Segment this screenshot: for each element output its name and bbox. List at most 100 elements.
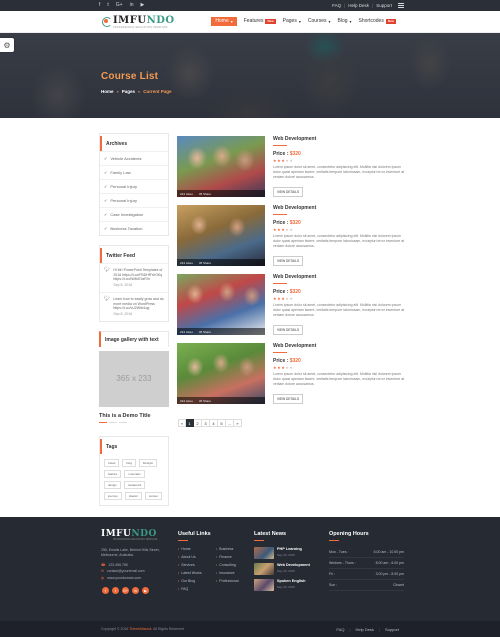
- course-image[interactable]: 224 Likes 45 Share: [177, 205, 265, 266]
- check-icon: ✔: [104, 184, 108, 189]
- pagination-page-1[interactable]: 1: [186, 419, 194, 427]
- linkedin-icon[interactable]: in: [130, 3, 134, 8]
- view-details-button[interactable]: VIEW DETAILS: [273, 325, 304, 336]
- top-link-support[interactable]: Support: [376, 3, 392, 8]
- archive-item[interactable]: ✔ Personal Injury: [100, 179, 168, 193]
- widget-title: Twitter Feed: [100, 248, 168, 263]
- archive-item[interactable]: ✔ Case Investigation: [100, 207, 168, 221]
- site-header: IMFUNDO PROFESSIONAL EDUCATION TEMPLATE …: [0, 11, 500, 33]
- tag-chip[interactable]: blog: [122, 459, 137, 468]
- gallery-dot[interactable]: [119, 421, 127, 424]
- nav-item-blog[interactable]: Blog ▾: [338, 19, 352, 24]
- footer-link[interactable]: Professional: [216, 579, 256, 583]
- divider: |: [372, 3, 374, 8]
- youtube-icon[interactable]: ▶: [142, 587, 149, 594]
- course-title[interactable]: Web Development: [273, 205, 405, 211]
- footer-link[interactable]: Consulting: [216, 563, 256, 567]
- gallery-dot[interactable]: [99, 421, 107, 424]
- site-logo[interactable]: IMFUNDO PROFESSIONAL EDUCATION TEMPLATE: [101, 15, 175, 29]
- pagination-next-button[interactable]: »: [234, 419, 242, 427]
- tag-chip[interactable]: travel: [104, 459, 120, 468]
- divider: |: [344, 3, 346, 8]
- news-item[interactable]: PHP Learning Sep 26, 2015: [254, 547, 310, 559]
- view-details-button[interactable]: VIEW DETAILS: [273, 187, 304, 198]
- footer-link[interactable]: Latest Works: [178, 571, 216, 575]
- footer-link[interactable]: Insurance: [216, 571, 256, 575]
- nav-item-shortcodes[interactable]: Shortcodes New: [359, 19, 396, 24]
- gallery-image-placeholder[interactable]: 365 x 233: [99, 350, 169, 407]
- tag-chip[interactable]: sunset: [144, 492, 162, 501]
- course-image[interactable]: 224 Likes 45 Share: [177, 136, 265, 197]
- course-image[interactable]: 224 Likes 45 Share: [177, 274, 265, 335]
- archive-item[interactable]: ✔ Family Law: [100, 165, 168, 179]
- breadcrumb-current: Current Page: [143, 89, 172, 94]
- archive-item[interactable]: ✔ Business Taxation: [100, 221, 168, 235]
- breadcrumb-pages[interactable]: Pages: [122, 89, 135, 94]
- news-item[interactable]: Web Development Sep 26, 2015: [254, 563, 310, 575]
- pagination-page-4[interactable]: 4: [210, 419, 218, 427]
- linkedin-icon[interactable]: in: [132, 587, 139, 594]
- google-plus-icon[interactable]: G+: [122, 587, 129, 594]
- tag-chip[interactable]: feature: [104, 470, 122, 479]
- course-likes: 224 Likes: [180, 398, 193, 403]
- nav-item-home[interactable]: Home ▾: [211, 17, 237, 26]
- pagination: «1 2 3 4 5...»: [178, 419, 242, 427]
- twitter-icon[interactable]: t: [112, 587, 119, 594]
- logo-text: IMFUNDO: [113, 15, 175, 26]
- tag-chip[interactable]: journey: [104, 492, 122, 501]
- copyright-brand-link[interactable]: ThemeMascot: [129, 627, 151, 631]
- news-item[interactable]: Spoken English Sep 26, 2015: [254, 579, 310, 591]
- pagination-prev-button[interactable]: «: [178, 419, 186, 427]
- course-stats-bar: 224 Likes 45 Share: [177, 259, 265, 266]
- footer-link[interactable]: FAQ: [178, 587, 216, 591]
- footer-link[interactable]: About Us: [178, 555, 216, 559]
- nav-item-features[interactable]: Features New: [244, 19, 276, 24]
- top-link-help-desk[interactable]: Help Desk: [348, 3, 369, 8]
- archive-item[interactable]: ✔ Vehicle Accidents: [100, 151, 168, 165]
- facebook-icon[interactable]: f: [99, 3, 100, 8]
- pagination-page-5[interactable]: 5: [218, 419, 226, 427]
- footer-link[interactable]: Our Blog: [178, 579, 216, 583]
- pagination-page-3[interactable]: 3: [202, 419, 210, 427]
- footer-link-faq[interactable]: FAQ: [336, 627, 344, 632]
- twitter-icon[interactable]: t: [107, 3, 108, 8]
- pagination-page-6[interactable]: ...: [226, 419, 234, 427]
- footer-link[interactable]: Services: [178, 563, 216, 567]
- tag-chip[interactable]: design: [104, 481, 121, 490]
- tag-chip[interactable]: classic: [124, 492, 142, 501]
- menu-icon[interactable]: [398, 3, 404, 8]
- facebook-icon[interactable]: f: [102, 587, 109, 594]
- footer-website[interactable]: www.yourdomain.com: [107, 575, 141, 582]
- footer-link[interactable]: Business: [216, 547, 256, 551]
- view-details-button[interactable]: VIEW DETAILS: [273, 394, 304, 405]
- footer-link[interactable]: Finance: [216, 555, 256, 559]
- nav-item-courses[interactable]: Courses ▾: [308, 19, 331, 24]
- new-badge: New: [385, 19, 396, 24]
- gallery-pager: [99, 421, 165, 424]
- course-title[interactable]: Web Development: [273, 136, 405, 142]
- tag-chip[interactable]: restaurant: [123, 481, 146, 490]
- footer-logo[interactable]: IMFUNDO PROFESSIONAL EDUCATION TEMPLATE: [101, 529, 157, 541]
- course-title[interactable]: Web Development: [273, 274, 405, 280]
- top-link-faq[interactable]: FAQ: [332, 3, 341, 8]
- divider: |: [349, 626, 351, 632]
- gallery-dot[interactable]: [109, 421, 117, 424]
- breadcrumb-home[interactable]: Home: [101, 89, 114, 94]
- course-title[interactable]: Web Development: [273, 343, 405, 349]
- archive-item[interactable]: ✔ Personal Injury: [100, 193, 168, 207]
- tag-chip[interactable]: lifestyle: [139, 459, 158, 468]
- youtube-icon[interactable]: ▶: [141, 3, 145, 8]
- tag-chip[interactable]: mountain: [124, 470, 145, 479]
- settings-gear-icon[interactable]: ⚙: [0, 38, 14, 52]
- footer-link-support[interactable]: Support: [385, 627, 399, 632]
- pagination-page-2[interactable]: 2: [194, 419, 202, 427]
- google-plus-icon[interactable]: G+: [116, 3, 123, 8]
- footer-email[interactable]: contact@youremail.com: [107, 568, 145, 575]
- news-thumbnail: [254, 579, 274, 591]
- breadcrumb-separator-icon: »: [116, 89, 119, 94]
- nav-item-pages[interactable]: Pages ▾: [283, 19, 301, 24]
- course-image[interactable]: 224 Likes 45 Share: [177, 343, 265, 404]
- footer-link[interactable]: Home: [178, 547, 216, 551]
- footer-link-help-desk[interactable]: Help Desk: [355, 627, 373, 632]
- view-details-button[interactable]: VIEW DETAILS: [273, 256, 304, 267]
